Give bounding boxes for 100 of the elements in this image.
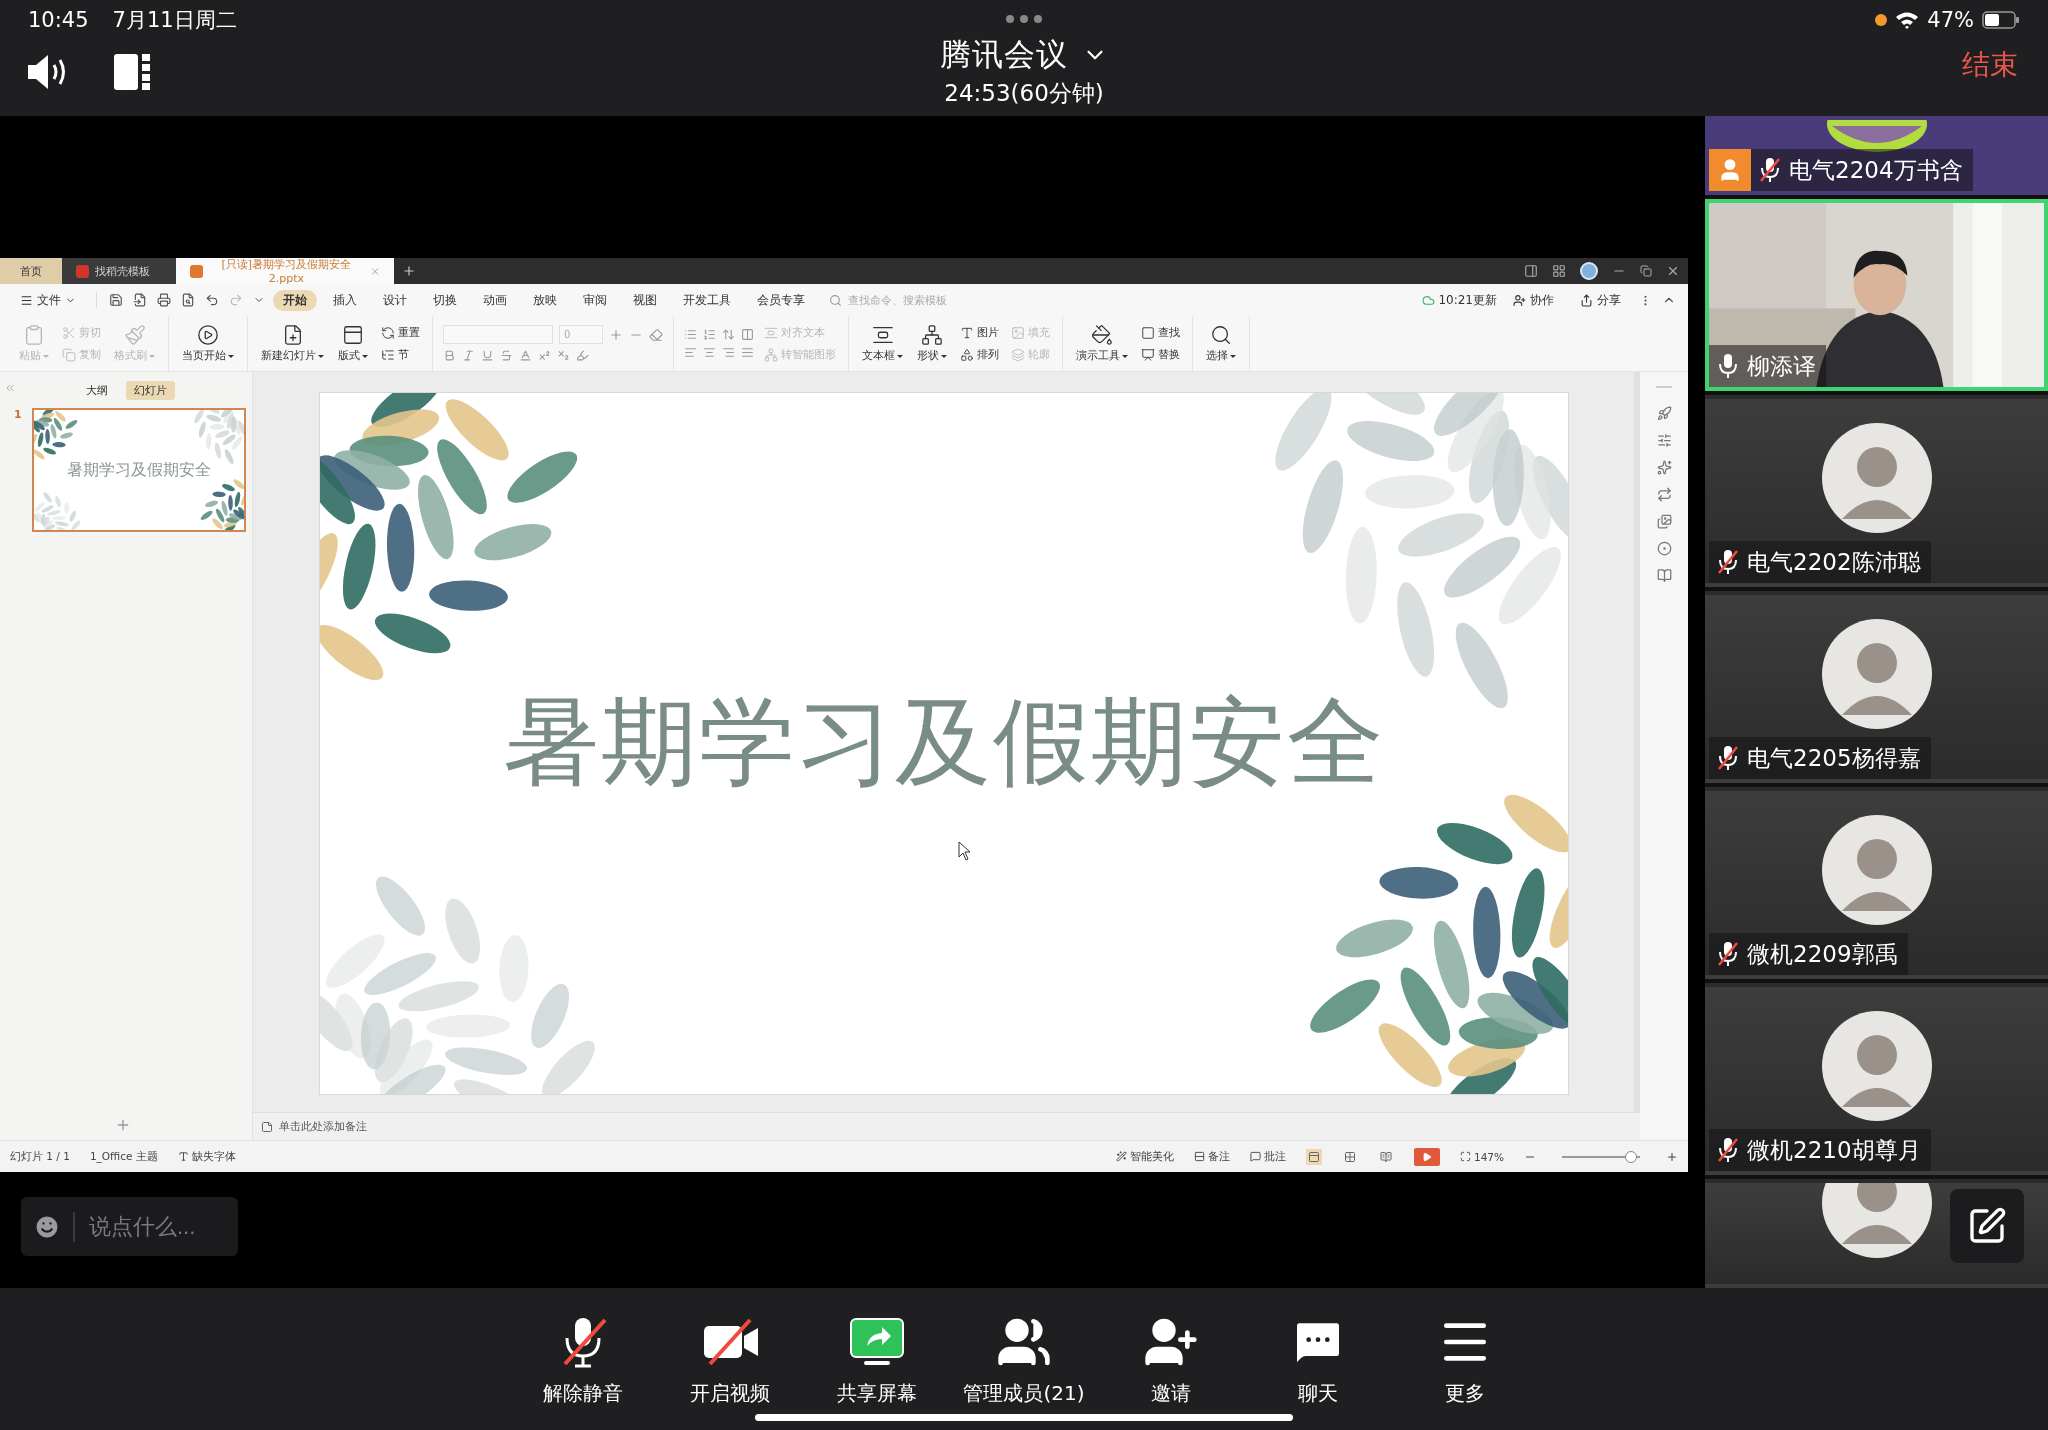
meeting-title[interactable]: 腾讯会议 — [940, 34, 1068, 76]
align-left-icon[interactable] — [684, 346, 697, 359]
close-icon[interactable] — [1666, 264, 1680, 278]
participant-tile[interactable]: 电气2204万书含 — [1705, 116, 2048, 195]
eraser-icon[interactable] — [649, 327, 663, 342]
sliders-icon[interactable] — [1656, 433, 1672, 448]
user-avatar[interactable] — [1580, 262, 1598, 280]
ribbon-button[interactable]: 文本框 — [859, 322, 906, 365]
ribbon-tab[interactable]: 插入 — [323, 289, 367, 311]
ribbon-tab[interactable]: 设计 — [373, 289, 417, 311]
ribbon-tab[interactable]: 放映 — [523, 289, 567, 311]
columns-icon[interactable] — [741, 328, 754, 341]
mic-muted-icon — [1717, 549, 1739, 575]
command-search[interactable]: 查找命令、搜索模板 — [829, 293, 956, 307]
font-icon — [177, 1151, 189, 1162]
sparkles-icon[interactable] — [1656, 460, 1672, 475]
superscript-icon[interactable] — [538, 349, 551, 362]
toolbar-button[interactable]: 更多 — [1407, 1314, 1523, 1430]
toolbar-button[interactable]: 聊天 — [1260, 1314, 1376, 1430]
toolbar-button[interactable]: 共享屏幕 — [819, 1314, 935, 1430]
transition-icon[interactable] — [1656, 487, 1672, 502]
collaborate-button[interactable]: 协作 — [1503, 289, 1564, 311]
panel-tab[interactable]: 幻灯片 — [125, 380, 175, 400]
toolbar-button[interactable]: 开启视频 — [672, 1314, 788, 1430]
ribbon-button[interactable]: 重置 — [379, 324, 422, 341]
align-center-icon[interactable] — [703, 346, 716, 359]
play-button[interactable] — [1413, 1147, 1440, 1166]
zoom-thumb[interactable] — [1624, 1150, 1637, 1163]
ribbon-tab[interactable]: 动画 — [473, 289, 517, 311]
underline-icon[interactable] — [481, 349, 494, 362]
ribbon-button[interactable]: 版式 — [335, 322, 371, 365]
window-tab[interactable]: 找稻壳模板 — [62, 258, 176, 284]
ribbon-button[interactable]: 替换 — [1139, 346, 1182, 363]
mic-muted-icon — [1717, 745, 1739, 771]
layout-icon[interactable] — [1524, 264, 1538, 278]
ribbon-button[interactable]: 图片 — [958, 324, 1001, 341]
grid-icon[interactable] — [1552, 264, 1566, 278]
side-panel-icon[interactable] — [112, 52, 152, 92]
numbered-list-icon[interactable] — [703, 328, 716, 341]
italic-icon[interactable] — [462, 349, 475, 362]
file-menu[interactable]: 文件 — [10, 289, 86, 311]
notes-placeholder[interactable]: 单击此处添加备注 — [279, 1119, 367, 1134]
ribbon-tab[interactable]: 会员专享 — [747, 289, 815, 311]
align-right-icon[interactable] — [722, 346, 735, 359]
bold-icon[interactable] — [443, 349, 456, 362]
ribbon-button[interactable]: 当页开始 — [179, 322, 237, 365]
restore-icon[interactable] — [1640, 265, 1652, 277]
toolbar-button[interactable]: 邀请 — [1113, 1314, 1229, 1430]
play-icon — [1421, 1151, 1432, 1162]
bullet-list-icon[interactable] — [684, 328, 697, 341]
print-icon[interactable] — [155, 291, 173, 309]
participant-tile[interactable]: 柳添译 — [1705, 199, 2048, 391]
chat-input[interactable]: 说点什么... — [87, 1212, 217, 1241]
ribbon-button[interactable]: 选择 — [1203, 322, 1239, 365]
ribbon-button[interactable]: 新建幻灯片 — [258, 322, 327, 365]
notes-button[interactable]: 备注 — [1193, 1149, 1230, 1164]
share-button[interactable]: 分享 — [1570, 289, 1631, 311]
line-spacing-icon[interactable] — [722, 328, 735, 341]
cursor-icon — [957, 841, 972, 861]
chat-field[interactable]: 说点什么... — [21, 1197, 238, 1256]
window-tab[interactable]: 首页 — [0, 258, 62, 284]
sync-status[interactable]: 10:21更新 — [1422, 291, 1497, 309]
ribbon-button[interactable]: 查找 — [1139, 324, 1182, 341]
participant-tile[interactable]: 微机2210胡尊月 — [1705, 983, 2048, 1175]
comments-button[interactable]: 批注 — [1249, 1149, 1286, 1164]
toolbar-button[interactable]: 解除静音 — [525, 1314, 641, 1430]
ribbon-tab[interactable]: 切换 — [423, 289, 467, 311]
edit-button[interactable] — [1950, 1189, 2024, 1263]
ribbon-button[interactable]: 节 — [379, 346, 422, 363]
images-icon[interactable] — [1656, 514, 1672, 529]
panel-tab[interactable]: 大纲 — [77, 380, 116, 400]
missing-fonts[interactable]: 缺失字体 — [177, 1149, 236, 1164]
ribbon-tab[interactable]: 审阅 — [573, 289, 617, 311]
end-meeting-button[interactable]: 结束 — [1958, 46, 2022, 84]
beautify-button[interactable]: 智能美化 — [1115, 1149, 1174, 1164]
ribbon-tab[interactable]: 视图 — [623, 289, 667, 311]
more-dots-icon[interactable] — [1005, 14, 1043, 24]
ribbon-tab[interactable]: 开始 — [273, 289, 317, 311]
justify-icon[interactable] — [741, 346, 754, 359]
subscript-icon[interactable] — [557, 349, 570, 362]
ribbon-tab[interactable]: 开发工具 — [673, 289, 741, 311]
book-icon[interactable] — [1656, 568, 1672, 583]
participant-tile[interactable]: 微机2209郭禹 — [1705, 787, 2048, 979]
ribbon-button[interactable]: 排列 — [958, 346, 1001, 363]
ribbon-button[interactable]: 演示工具 — [1073, 322, 1131, 365]
zoom-in-icon[interactable] — [1666, 1150, 1678, 1163]
participant-tile[interactable]: 电气2202陈沛聪 — [1705, 395, 2048, 587]
font-name-field[interactable] — [443, 325, 553, 344]
ribbon-button[interactable]: 形状 — [914, 322, 950, 365]
font-color-icon[interactable] — [519, 349, 532, 362]
strikethrough-icon[interactable] — [500, 349, 513, 362]
highlighter-icon[interactable] — [576, 349, 589, 362]
rocket-icon[interactable] — [1656, 406, 1672, 421]
save-icon[interactable] — [107, 291, 125, 309]
participant-tile[interactable]: 电气2205杨得嘉 — [1705, 591, 2048, 783]
normal-view-button[interactable] — [1305, 1148, 1322, 1165]
target-icon[interactable] — [1656, 541, 1672, 556]
zoom-level[interactable]: 147% — [1459, 1150, 1504, 1163]
participant-tile[interactable] — [1705, 1179, 2048, 1288]
collapse-panel-icon[interactable] — [4, 382, 16, 394]
